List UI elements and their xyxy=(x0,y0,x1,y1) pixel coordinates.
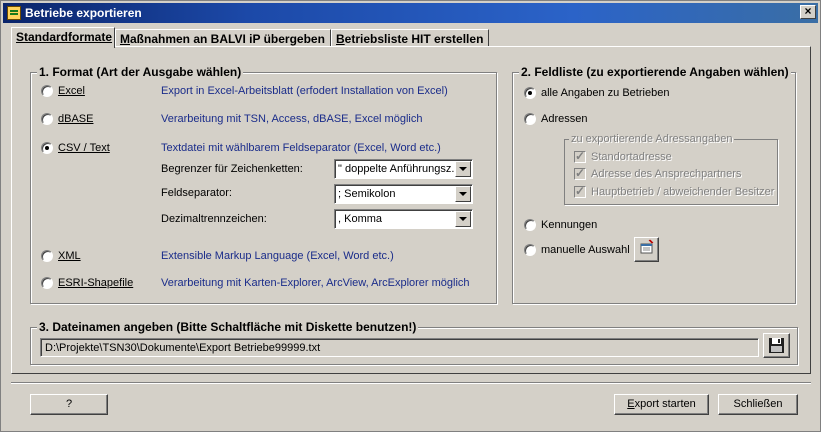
tab-standardformate[interactable]: Standardformate xyxy=(11,27,115,48)
filename-group-title: 3. Dateinamen angeben (Bitte Schaltfläch… xyxy=(37,320,419,334)
export-dialog: Betriebe exportieren × Standardformate M… xyxy=(0,0,821,432)
chevron-down-icon[interactable] xyxy=(455,211,471,227)
address-contact-checkbox[interactable] xyxy=(574,166,586,180)
fields-all-label[interactable]: alle Angaben zu Betrieben xyxy=(541,87,669,100)
format-shapefile-label[interactable]: ESRI-Shapefile xyxy=(58,277,133,290)
format-xml-radio[interactable] xyxy=(41,250,53,262)
close-button[interactable]: Schließen xyxy=(718,394,798,415)
address-subgroup-title: zu exportierende Adressangaben xyxy=(569,133,735,146)
footer-separator xyxy=(11,382,811,384)
format-csv-desc: Textdatei mit wählbarem Feldseparator (E… xyxy=(161,142,441,154)
fields-addresses-label[interactable]: Adressen xyxy=(541,113,587,126)
chevron-down-icon[interactable] xyxy=(455,186,471,202)
close-window-button[interactable]: × xyxy=(800,5,816,19)
format-excel-label[interactable]: Excel xyxy=(58,85,85,98)
address-location-label: Standortadresse xyxy=(591,151,672,163)
format-csv-radio[interactable] xyxy=(41,142,53,154)
list-select-icon xyxy=(640,239,654,254)
address-owner-checkbox[interactable] xyxy=(574,184,586,198)
choose-file-button[interactable] xyxy=(763,333,790,358)
manual-selection-button[interactable] xyxy=(634,237,659,262)
string-delimiter-label: Begrenzer für Zeichenketten: xyxy=(161,163,303,175)
fields-ids-label[interactable]: Kennungen xyxy=(541,219,597,232)
window-title: Betriebe exportieren xyxy=(25,6,142,20)
field-separator-select[interactable]: ; Semikolon xyxy=(334,184,473,204)
format-excel-desc: Export in Excel-Arbeitsblatt (erfodert I… xyxy=(161,85,448,97)
export-start-button[interactable]: Export starten xyxy=(614,394,709,415)
help-button[interactable]: ? xyxy=(30,394,108,415)
field-list-group-title: 2. Feldliste (zu exportierende Angaben w… xyxy=(519,65,791,79)
fields-ids-radio[interactable] xyxy=(524,219,536,231)
floppy-disk-icon xyxy=(769,338,784,353)
string-delimiter-select[interactable]: " doppelte Anführungsz. xyxy=(334,159,473,179)
format-shapefile-radio[interactable] xyxy=(41,277,53,289)
decimal-separator-label: Dezimaltrennzeichen: xyxy=(161,213,267,225)
format-xml-desc: Extensible Markup Language (Excel, Word … xyxy=(161,250,394,262)
address-owner-label: Hauptbetrieb / abweichender Besitzer xyxy=(591,186,775,198)
fields-manual-label[interactable]: manuelle Auswahl xyxy=(541,244,630,257)
tab-betriebsliste-hit[interactable]: Betriebsliste HIT erstellen xyxy=(331,29,489,47)
format-excel-radio[interactable] xyxy=(41,85,53,97)
format-csv-label[interactable]: CSV / Text xyxy=(58,142,110,155)
decimal-separator-select[interactable]: , Komma xyxy=(334,209,473,229)
format-xml-label[interactable]: XML xyxy=(58,250,81,263)
chevron-down-icon[interactable] xyxy=(455,161,471,177)
format-dbase-label[interactable]: dBASE xyxy=(58,113,93,126)
fields-manual-radio[interactable] xyxy=(524,244,536,256)
app-icon xyxy=(7,6,21,20)
format-dbase-desc: Verarbeitung mit TSN, Access, dBASE, Exc… xyxy=(161,113,423,125)
address-contact-label: Adresse des Ansprechpartners xyxy=(591,168,742,180)
format-group-title: 1. Format (Art der Ausgabe wählen) xyxy=(37,65,244,79)
field-separator-label: Feldseparator: xyxy=(161,187,232,199)
format-dbase-radio[interactable] xyxy=(41,113,53,125)
fields-all-radio[interactable] xyxy=(524,87,536,99)
close-icon: × xyxy=(804,4,812,18)
address-location-checkbox[interactable] xyxy=(574,149,586,163)
fields-addresses-radio[interactable] xyxy=(524,113,536,125)
format-shapefile-desc: Verarbeitung mit Karten-Explorer, ArcVie… xyxy=(161,277,470,289)
title-bar[interactable]: Betriebe exportieren × xyxy=(3,3,818,23)
tab-massnahmen-balvi[interactable]: Maßnahmen an BALVI iP übergeben xyxy=(115,29,331,47)
export-path-field[interactable]: D:\Projekte\TSN30\Dokumente\Export Betri… xyxy=(40,338,759,357)
